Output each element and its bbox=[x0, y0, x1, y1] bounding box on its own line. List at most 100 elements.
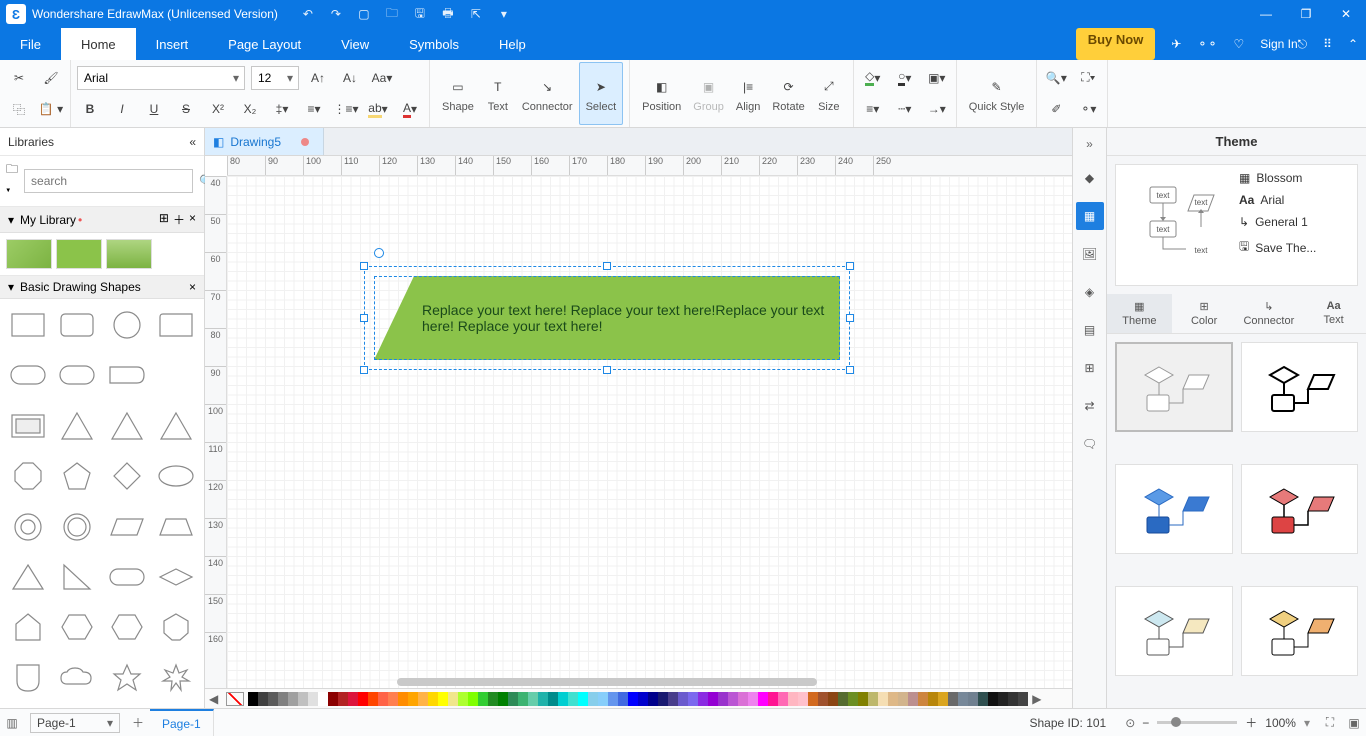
color-swatch[interactable] bbox=[268, 692, 278, 706]
page-tab[interactable]: Page-1 bbox=[150, 709, 214, 736]
underline-button[interactable]: U bbox=[141, 97, 167, 121]
color-swatch[interactable] bbox=[628, 692, 638, 706]
add-page-button[interactable]: ＋ bbox=[126, 714, 150, 731]
line-weight-button[interactable]: ≡▾ bbox=[860, 97, 886, 121]
color-swatch[interactable] bbox=[678, 692, 688, 706]
tab-file[interactable]: File bbox=[0, 28, 61, 60]
tab-insert[interactable]: Insert bbox=[136, 28, 209, 60]
layers-tool[interactable]: ◈ bbox=[1076, 278, 1104, 306]
resize-handle-nw[interactable] bbox=[360, 262, 368, 270]
color-swatch[interactable] bbox=[438, 692, 448, 706]
line-dash-button[interactable]: ┄▾ bbox=[892, 97, 918, 121]
zoom-slider[interactable] bbox=[1157, 721, 1237, 724]
apps-icon[interactable]: ⠿ bbox=[1315, 28, 1340, 60]
find-button[interactable]: 🔍▾ bbox=[1043, 66, 1069, 90]
line-color-button[interactable]: ○▾ bbox=[892, 66, 918, 90]
page-dropdown[interactable]: Page-1 bbox=[30, 713, 120, 733]
close-library-icon[interactable]: × bbox=[189, 211, 196, 228]
align-shapes-button[interactable]: |≡Align bbox=[730, 62, 766, 125]
shape-ellipse[interactable] bbox=[153, 454, 201, 498]
new-button[interactable]: ▢ bbox=[354, 4, 374, 24]
color-swatch[interactable] bbox=[738, 692, 748, 706]
select-tool-button[interactable]: ➤Select bbox=[579, 62, 624, 125]
close-button[interactable]: ✕ bbox=[1326, 0, 1366, 28]
color-swatch[interactable] bbox=[728, 692, 738, 706]
shape-rectangle[interactable] bbox=[4, 303, 52, 347]
shape-frame[interactable] bbox=[4, 404, 52, 448]
color-swatch[interactable] bbox=[568, 692, 578, 706]
insert-connector-button[interactable]: ↘Connector bbox=[516, 62, 579, 125]
shape-ring[interactable] bbox=[54, 505, 102, 549]
quick-style-button[interactable]: ✎Quick Style bbox=[963, 62, 1031, 125]
color-swatch[interactable] bbox=[838, 692, 848, 706]
insert-shape-button[interactable]: ▭Shape bbox=[436, 62, 480, 125]
line-spacing-button[interactable]: ‡▾ bbox=[269, 97, 295, 121]
format-tool[interactable]: ◆ bbox=[1076, 164, 1104, 192]
tab-page-layout[interactable]: Page Layout bbox=[208, 28, 321, 60]
color-swatch[interactable] bbox=[688, 692, 698, 706]
color-swatch[interactable] bbox=[298, 692, 308, 706]
color-swatch[interactable] bbox=[748, 692, 758, 706]
theme-thumb-1[interactable] bbox=[1115, 342, 1233, 432]
symbols-button[interactable]: ⚬▾ bbox=[1075, 97, 1101, 121]
color-swatch[interactable] bbox=[698, 692, 708, 706]
color-swatch[interactable] bbox=[288, 692, 298, 706]
align-button[interactable]: ≡▾ bbox=[301, 97, 327, 121]
shape-star[interactable] bbox=[103, 656, 151, 700]
color-swatch[interactable] bbox=[488, 692, 498, 706]
color-swatch[interactable] bbox=[508, 692, 518, 706]
tab-symbols[interactable]: Symbols bbox=[389, 28, 479, 60]
shape-stadium[interactable] bbox=[4, 353, 52, 397]
shape-parallelogram[interactable] bbox=[103, 505, 151, 549]
zoom-out-button[interactable]: − bbox=[1142, 716, 1149, 730]
shape-rounded-rect[interactable] bbox=[54, 303, 102, 347]
shape-blank[interactable] bbox=[153, 353, 201, 397]
font-color-button[interactable]: A▾ bbox=[397, 97, 423, 121]
color-swatch[interactable] bbox=[828, 692, 838, 706]
theme-tab-text[interactable]: AaText bbox=[1301, 294, 1366, 333]
save-button[interactable]: 🖫 bbox=[410, 4, 430, 24]
presentation-button[interactable]: ⊙ bbox=[1118, 716, 1142, 730]
font-family-dropdown[interactable]: ▾ bbox=[77, 66, 245, 90]
bold-button[interactable]: B bbox=[77, 97, 103, 121]
cut-button[interactable]: ✂ bbox=[6, 66, 32, 90]
color-swatch[interactable] bbox=[778, 692, 788, 706]
color-swatch[interactable] bbox=[348, 692, 358, 706]
color-swatch[interactable] bbox=[388, 692, 398, 706]
color-swatch[interactable] bbox=[418, 692, 428, 706]
color-swatch[interactable] bbox=[248, 692, 258, 706]
redo-button[interactable]: ↷ bbox=[326, 4, 346, 24]
color-swatch[interactable] bbox=[318, 692, 328, 706]
new-library-icon[interactable]: ＋ bbox=[173, 211, 185, 228]
theme-thumb-5[interactable] bbox=[1115, 586, 1233, 676]
send-icon[interactable]: ✈ bbox=[1163, 28, 1189, 60]
shape-card[interactable] bbox=[153, 303, 201, 347]
fit-page-button[interactable]: ⛶ bbox=[1318, 715, 1342, 730]
shadow-button[interactable]: ▣▾ bbox=[924, 66, 950, 90]
color-swatch[interactable] bbox=[498, 692, 508, 706]
shape-house[interactable] bbox=[4, 605, 52, 649]
library-search-input[interactable] bbox=[24, 169, 193, 193]
color-swatch[interactable] bbox=[948, 692, 958, 706]
vertical-ruler[interactable]: 405060708090100110120130140150160 bbox=[205, 176, 227, 688]
my-shape-thumb[interactable] bbox=[56, 239, 102, 269]
theme-thumb-4[interactable] bbox=[1241, 464, 1359, 554]
color-swatch[interactable] bbox=[758, 692, 768, 706]
shape-right-triangle[interactable] bbox=[54, 555, 102, 599]
share-icon[interactable]: ⚬⚬ bbox=[1189, 28, 1225, 60]
zoom-level[interactable]: 100% bbox=[1265, 716, 1296, 730]
shape-heptagon[interactable] bbox=[153, 605, 201, 649]
bullets-button[interactable]: ⋮≡▾ bbox=[333, 97, 359, 121]
color-swatch[interactable] bbox=[918, 692, 928, 706]
basic-shapes-category[interactable]: ▾Basic Drawing Shapes× bbox=[0, 276, 204, 299]
italic-button[interactable]: I bbox=[109, 97, 135, 121]
pages-view-button[interactable]: ▥ bbox=[0, 716, 24, 730]
shape-hexagon2[interactable] bbox=[103, 605, 151, 649]
shape-capsule[interactable] bbox=[54, 353, 102, 397]
shape-diamond[interactable] bbox=[103, 454, 151, 498]
print-button[interactable]: 🖶 bbox=[438, 4, 458, 24]
rotate-button[interactable]: ⟳Rotate bbox=[766, 62, 810, 125]
colorbar-next[interactable]: ▶ bbox=[1028, 692, 1045, 706]
theme-connector-option[interactable]: ↳General 1 bbox=[1239, 215, 1355, 229]
color-swatch[interactable] bbox=[278, 692, 288, 706]
